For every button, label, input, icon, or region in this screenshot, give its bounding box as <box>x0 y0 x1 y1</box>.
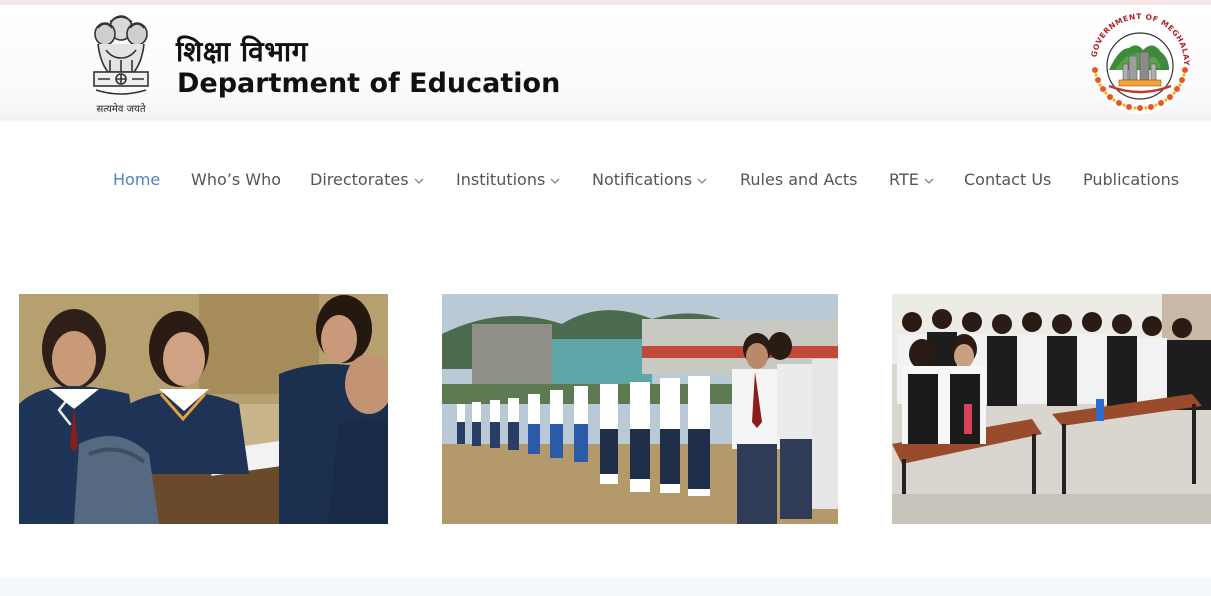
nav-label: Publications <box>1083 170 1180 189</box>
nav-label: Directorates <box>310 170 409 189</box>
nav-item-rules-and-acts[interactable]: Rules and Acts <box>740 165 858 195</box>
nav-item-directorates[interactable]: Directorates <box>310 165 424 195</box>
nav-item-publications[interactable]: Publications <box>1083 165 1179 195</box>
nav-label: Rules and Acts <box>740 170 858 189</box>
page-title[interactable]: Department of Education <box>177 68 560 99</box>
nav-label: Home <box>113 170 161 189</box>
section-footer-band <box>0 578 1211 596</box>
chevron-down-icon <box>697 178 707 184</box>
hindi-title: शिक्षा विभाग <box>176 35 308 68</box>
nav-item-contact-us[interactable]: Contact Us <box>964 165 1051 195</box>
nav-item-notifications[interactable]: Notifications <box>592 165 707 195</box>
main-nav: Home Who’s Who Directorates Institutions… <box>0 165 1211 195</box>
students-cheering-photo <box>892 294 1211 524</box>
nav-label: RTE <box>889 170 919 189</box>
national-emblem-icon <box>93 15 149 95</box>
nav-label: Notifications <box>592 170 693 189</box>
header-divider <box>0 119 1211 122</box>
nav-item-rte[interactable]: RTE <box>889 165 934 195</box>
nav-label: Who’s Who <box>191 170 282 189</box>
carousel-slide-assembly[interactable] <box>442 294 838 524</box>
meghalaya-logo-icon: GOVERNMENT OF MEGHALAYA <box>1085 8 1190 114</box>
emblem-motto: सत्यमेव जयते <box>96 104 146 115</box>
nav-label: Institutions <box>456 170 546 189</box>
nav-item-whos-who[interactable]: Who’s Who <box>191 165 281 195</box>
nav-item-home[interactable]: Home <box>113 165 160 195</box>
carousel-slide-cheering[interactable] <box>892 294 1211 524</box>
chevron-down-icon <box>550 178 560 184</box>
nav-item-institutions[interactable]: Institutions <box>456 165 560 195</box>
nav-label: Contact Us <box>964 170 1052 189</box>
chevron-down-icon <box>924 178 934 184</box>
school-assembly-photo <box>442 294 838 524</box>
chevron-left-icon[interactable] <box>52 392 78 428</box>
chevron-down-icon <box>414 178 423 184</box>
